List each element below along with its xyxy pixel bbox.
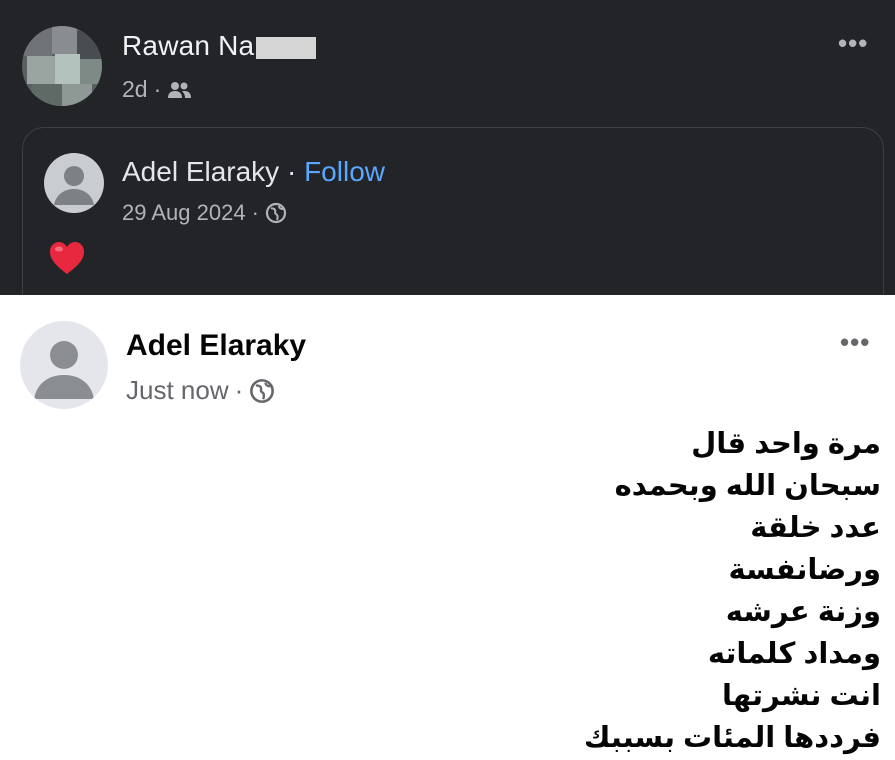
post-time[interactable]: Just now [126, 375, 229, 406]
globe-icon[interactable] [249, 378, 275, 404]
post-more-button[interactable]: ••• [840, 329, 870, 355]
globe-icon[interactable] [265, 202, 287, 224]
post-author-avatar[interactable] [20, 321, 108, 409]
shared-author-name[interactable]: Adel Elaraky [122, 156, 279, 187]
post-meta: Just now · [126, 375, 275, 406]
share-time[interactable]: 2d [122, 76, 148, 103]
post-text-line: انت نشرتها [722, 680, 881, 712]
post-text-line: وزنة عرشه [725, 596, 881, 628]
post-author-name[interactable]: Adel Elaraky [126, 329, 306, 363]
sharer-meta: 2d · [122, 76, 193, 103]
post-text-line: سبحان الله وبحمده [614, 470, 881, 502]
heart-icon [48, 240, 86, 276]
shared-author-avatar[interactable] [44, 153, 104, 213]
post-text-line: مرة واحد قال [691, 428, 881, 460]
shared-post-date[interactable]: 29 Aug 2024 [122, 200, 246, 226]
sharer-name[interactable]: Rawan Na [122, 30, 317, 62]
shared-author-line: Adel Elaraky · Follow [122, 156, 385, 188]
shared-post-meta: 29 Aug 2024 · [122, 200, 287, 226]
friends-icon[interactable] [167, 81, 193, 99]
meta-separator: · [153, 76, 162, 102]
default-avatar-icon [54, 166, 94, 205]
follow-button[interactable]: Follow [304, 156, 385, 187]
sharer-avatar[interactable] [22, 26, 102, 106]
name-redaction [256, 36, 317, 59]
post-text-line: عدد خلقة [750, 512, 881, 544]
post-text-line: ورضانفسة [728, 554, 882, 586]
meta-separator: · [234, 375, 244, 405]
meta-separator: · [251, 200, 259, 225]
default-avatar-icon [34, 341, 94, 399]
post-text-line: فرددها المئات بسببك [583, 722, 881, 754]
follow-separator: · [279, 156, 305, 187]
shared-post-header: Rawan Na 2d · ••• Adel Elaraky · Follow … [0, 0, 895, 329]
original-post: Adel Elaraky Just now · ••• مرة واحد قال… [0, 295, 895, 760]
sharer-name-text: Rawan Na [122, 30, 255, 61]
sharer-more-button[interactable]: ••• [838, 30, 868, 56]
post-text-line: ومداد كلماته [707, 638, 881, 670]
post-text: مرة واحد قال سبحان الله وبحمده عدد خلقة … [181, 423, 881, 759]
